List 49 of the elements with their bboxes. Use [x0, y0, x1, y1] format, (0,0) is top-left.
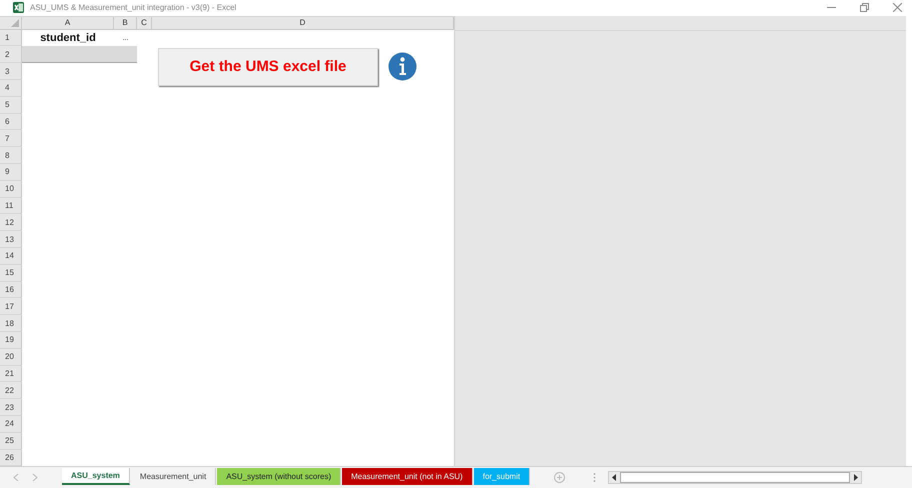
horizontal-scrollbar[interactable] — [608, 471, 862, 484]
add-sheet-icon[interactable] — [554, 472, 566, 484]
sheet-tab[interactable]: ASU_system (without scores) — [217, 468, 342, 486]
row-header[interactable]: 1 — [0, 30, 22, 46]
splitter-icon[interactable] — [593, 473, 596, 482]
row-header[interactable]: 26 — [0, 450, 22, 466]
row-header[interactable]: 10 — [0, 180, 22, 198]
row-header[interactable]: 12 — [0, 214, 22, 232]
sheet-tab[interactable]: ASU_system — [62, 468, 130, 486]
column-header[interactable]: B — [114, 16, 137, 29]
shaded-cell[interactable] — [114, 46, 137, 64]
row-header[interactable]: 13 — [0, 231, 22, 248]
row-header[interactable]: 24 — [0, 416, 22, 433]
close-icon[interactable] — [893, 3, 902, 12]
row-header[interactable]: 22 — [0, 382, 22, 400]
scroll-left-icon[interactable] — [13, 474, 19, 482]
scroll-left-arrow-icon[interactable] — [610, 473, 618, 482]
sheet-tab[interactable]: Measurement_unit (not in ASU) — [342, 468, 473, 486]
column-header[interactable]: D — [152, 16, 454, 29]
row-header[interactable]: 15 — [0, 264, 22, 282]
restore-icon[interactable] — [860, 3, 869, 12]
get-file-button[interactable]: Get the UMS excel file — [158, 48, 378, 86]
row-header[interactable]: 11 — [0, 198, 22, 214]
shaded-cell[interactable] — [22, 46, 114, 64]
row-header[interactable]: 14 — [0, 248, 22, 265]
row-header[interactable]: 18 — [0, 315, 22, 332]
row-header[interactable]: 20 — [0, 348, 22, 366]
row-header[interactable]: 2 — [0, 46, 22, 64]
row-header[interactable]: 19 — [0, 332, 22, 349]
row-header[interactable]: 5 — [0, 96, 22, 114]
row-header[interactable]: 8 — [0, 147, 22, 164]
cell-text: student_id — [40, 32, 96, 44]
column-header[interactable]: C — [137, 16, 152, 29]
row-header[interactable]: 9 — [0, 164, 22, 181]
row-header[interactable]: 3 — [0, 63, 22, 80]
info-icon[interactable] — [388, 52, 417, 81]
select-all-icon[interactable] — [11, 18, 19, 27]
row-header[interactable]: 21 — [0, 366, 22, 382]
row-header[interactable]: 6 — [0, 114, 22, 130]
row-header[interactable]: 16 — [0, 282, 22, 298]
column-header[interactable]: A — [22, 16, 114, 29]
row-header[interactable]: 23 — [0, 399, 22, 416]
scroll-right-arrow-icon[interactable] — [852, 473, 860, 482]
row-header[interactable]: 25 — [0, 432, 22, 450]
window-title: ASU_UMS & Measurement_unit integration - v3(9) - Excel — [30, 3, 236, 12]
row-header[interactable]: 4 — [0, 80, 22, 97]
row-header[interactable]: 17 — [0, 298, 22, 316]
row-header[interactable]: 7 — [0, 130, 22, 148]
scroll-right-icon[interactable] — [32, 474, 38, 482]
